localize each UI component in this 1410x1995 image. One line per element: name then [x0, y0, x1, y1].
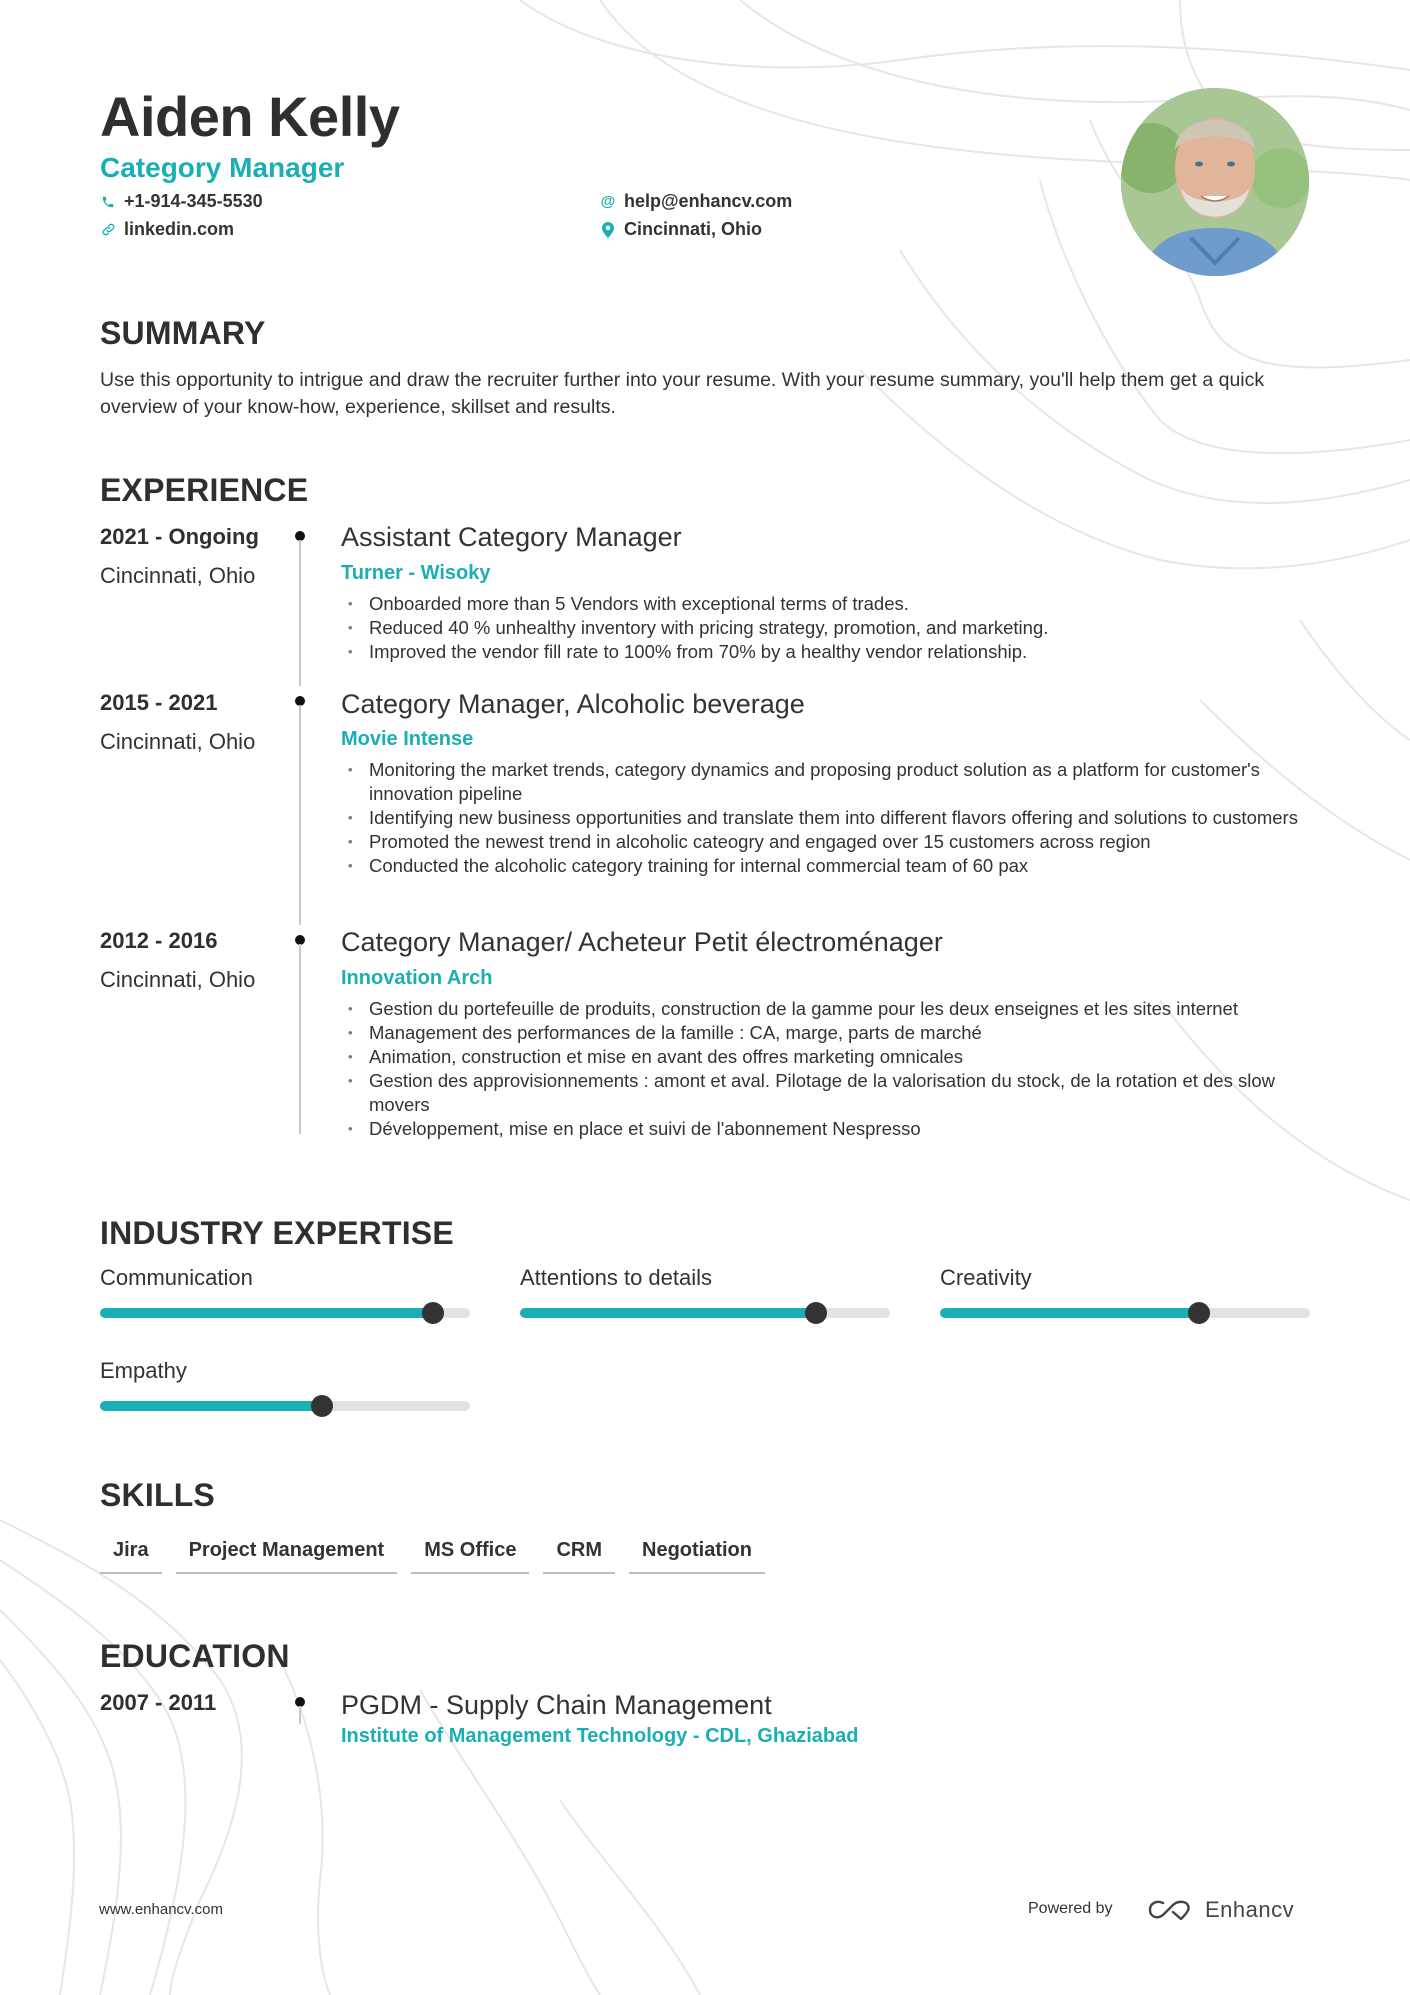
contact-phone[interactable]: +1-914-345-5530: [100, 191, 263, 212]
enhancv-logo-icon: [1148, 1900, 1190, 1921]
expertise-label: Creativity: [940, 1265, 1032, 1290]
at-icon: @: [600, 193, 616, 210]
experience-dates: 2012 - 2016: [100, 928, 218, 953]
bullet-item: Improved the vendor fill rate to 100% fr…: [341, 640, 1311, 664]
timeline-line: [299, 705, 301, 925]
bullet-item: Management des performances de la famill…: [341, 1021, 1311, 1045]
expertise-bar: [100, 1395, 470, 1417]
expertise-bar: [940, 1302, 1310, 1324]
expertise-bar-fill: [940, 1308, 1199, 1318]
contact-linkedin-value: linkedin.com: [124, 219, 235, 239]
summary-heading: SUMMARY: [100, 315, 266, 351]
link-icon: [100, 222, 116, 238]
timeline-line: [299, 540, 301, 686]
experience-company: Innovation Arch: [341, 967, 493, 989]
experience-bullets: Monitoring the market trends, category d…: [341, 758, 1311, 878]
experience-dates: 2015 - 2021: [100, 690, 218, 715]
bullet-item: Conducted the alcoholic category trainin…: [341, 854, 1311, 878]
experience-title: Category Manager, Alcoholic beverage: [341, 689, 805, 719]
expertise-bar-knob: [1188, 1302, 1210, 1324]
powered-by-label: Powered by: [1028, 1900, 1113, 1917]
contact-email-value: help@enhancv.com: [624, 191, 793, 211]
bullet-item: Monitoring the market trends, category d…: [341, 758, 1311, 806]
candidate-name: Aiden Kelly: [100, 85, 400, 148]
bullet-item: Onboarded more than 5 Vendors with excep…: [341, 592, 1311, 616]
profile-photo: [1121, 88, 1309, 276]
experience-title: Category Manager/ Acheteur Petit électro…: [341, 927, 943, 957]
contact-phone-value: +1-914-345-5530: [124, 191, 263, 211]
expertise-bar-knob: [311, 1395, 333, 1417]
brand-name: Enhancv: [1205, 1897, 1295, 1922]
expertise-bar-fill: [100, 1401, 322, 1411]
map-pin-icon: [600, 221, 616, 238]
timeline-line: [299, 944, 301, 1134]
expertise-bar-knob: [422, 1302, 444, 1324]
enhancv-brand-link[interactable]: Enhancv: [1147, 1897, 1294, 1923]
experience-location: Cincinnati, Ohio: [100, 967, 256, 992]
bullet-item: Développement, mise en place et suivi de…: [341, 1117, 1311, 1141]
skill-tag: CRM: [543, 1535, 615, 1574]
contact-location: Cincinnati, Ohio: [600, 219, 762, 240]
skill-tag: Jira: [100, 1535, 162, 1574]
experience-heading: EXPERIENCE: [100, 472, 309, 508]
experience-bullets: Onboarded more than 5 Vendors with excep…: [341, 592, 1311, 664]
education-school: Institute of Management Technology - CDL…: [341, 1725, 859, 1747]
timeline-line: [299, 1706, 301, 1724]
candidate-role: Category Manager: [100, 152, 345, 183]
experience-location: Cincinnati, Ohio: [100, 729, 256, 754]
expertise-bar: [520, 1302, 890, 1324]
bullet-item: Gestion des approvisionnements : amont e…: [341, 1069, 1311, 1117]
education-heading: EDUCATION: [100, 1638, 290, 1674]
skills-tag-list: Jira Project Management MS Office CRM Ne…: [100, 1535, 765, 1574]
skill-tag: Project Management: [175, 1535, 398, 1574]
expertise-label: Attentions to details: [520, 1265, 713, 1290]
resume-page: Aiden Kelly Category Manager +1-914-345-…: [0, 0, 1410, 1995]
education-degree: PGDM - Supply Chain Management: [341, 1690, 772, 1720]
bullet-item: Identifying new business opportunities a…: [341, 806, 1311, 830]
education-dates: 2007 - 2011: [100, 1690, 217, 1715]
skills-heading: SKILLS: [100, 1477, 215, 1513]
expertise-heading: INDUSTRY EXPERTISE: [100, 1215, 454, 1251]
bullet-item: Animation, construction et mise en avant…: [341, 1045, 1311, 1069]
skill-tag: Negotiation: [629, 1535, 765, 1574]
footer-website-link[interactable]: www.enhancv.com: [99, 1901, 223, 1918]
contact-linkedin[interactable]: linkedin.com: [100, 219, 234, 240]
skill-tag: MS Office: [411, 1535, 530, 1574]
experience-bullets: Gestion du portefeuille de produits, con…: [341, 997, 1311, 1141]
phone-icon: [100, 194, 116, 210]
expertise-label: Communication: [100, 1265, 253, 1290]
bullet-item: Gestion du portefeuille de produits, con…: [341, 997, 1311, 1021]
bullet-item: Promoted the newest trend in alcoholic c…: [341, 830, 1311, 854]
expertise-bar: [100, 1302, 470, 1324]
contact-location-value: Cincinnati, Ohio: [624, 219, 762, 239]
expertise-bar-knob: [805, 1302, 827, 1324]
experience-dates: 2021 - Ongoing: [100, 524, 259, 549]
bullet-item: Reduced 40 % unhealthy inventory with pr…: [341, 616, 1311, 640]
expertise-label: Empathy: [100, 1358, 187, 1383]
experience-company: Movie Intense: [341, 728, 474, 750]
expertise-bar-fill: [100, 1308, 433, 1318]
experience-location: Cincinnati, Ohio: [100, 563, 256, 588]
summary-text: Use this opportunity to intrigue and dra…: [100, 369, 1265, 418]
experience-title: Assistant Category Manager: [341, 522, 682, 552]
experience-company: Turner - Wisoky: [341, 562, 491, 584]
expertise-bar-fill: [520, 1308, 816, 1318]
contact-email[interactable]: @ help@enhancv.com: [600, 191, 793, 212]
